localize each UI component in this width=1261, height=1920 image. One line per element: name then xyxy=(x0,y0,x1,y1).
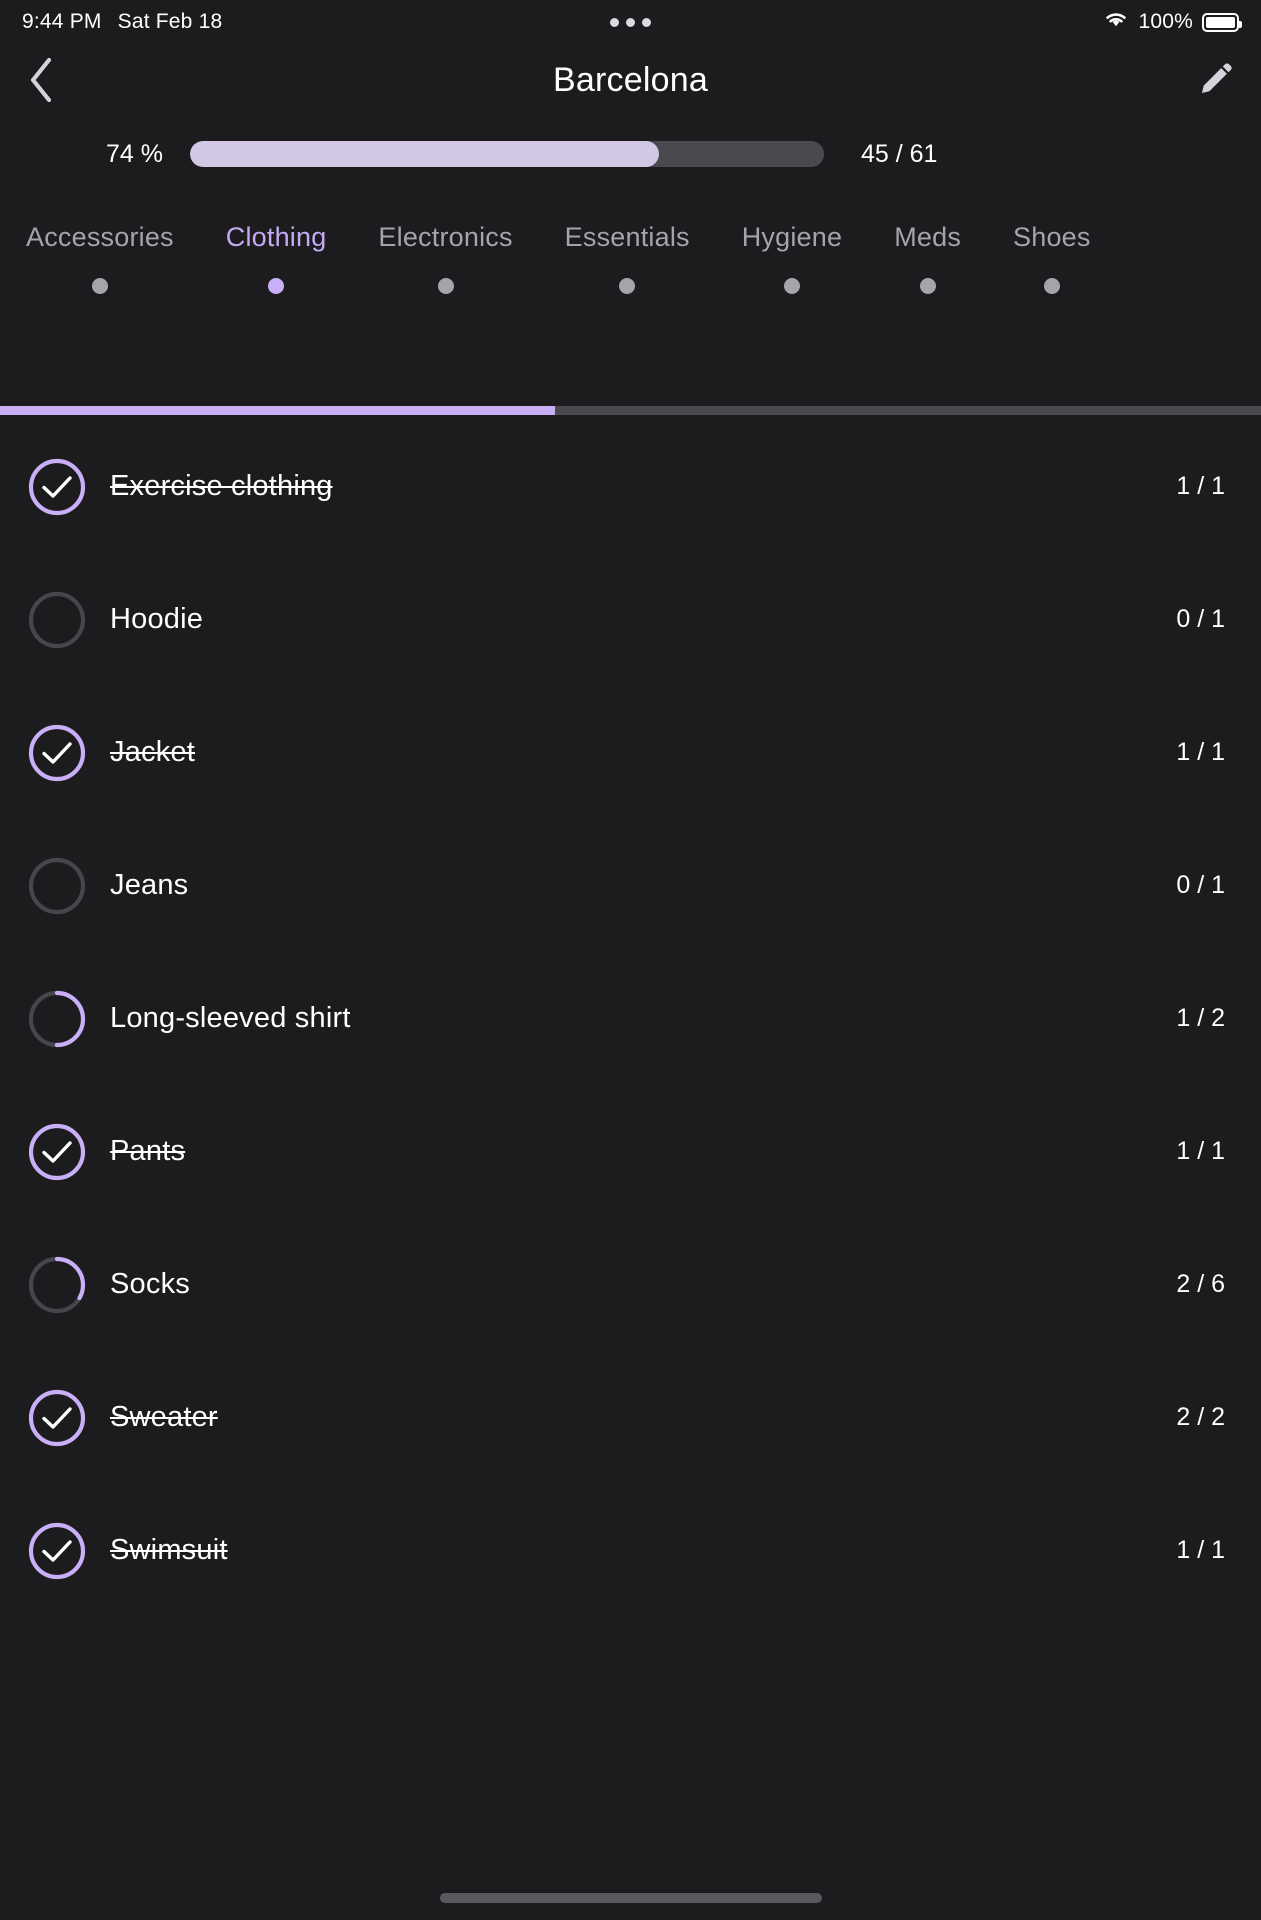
item-label: Socks xyxy=(110,1268,190,1300)
progress-percent-label: 74 % xyxy=(106,139,163,168)
battery-percent-label: 100% xyxy=(1138,10,1193,33)
category-tab-dot xyxy=(437,278,454,294)
item-label: Jacket xyxy=(110,736,196,768)
check-icon xyxy=(42,1539,72,1562)
progress-count-label: 45 / 61 xyxy=(861,139,938,168)
item-label: Swimsuit xyxy=(110,1534,228,1566)
packing-list-row[interactable]: Sweater 2 / 2 xyxy=(0,1351,1261,1484)
category-tab-accessories[interactable]: Accessories xyxy=(0,210,200,294)
packing-item-list: Exercise clothing 1 / 1 Hoodie 0 / 1 Jacket 1… xyxy=(0,420,1261,1860)
packing-list-row[interactable]: Exercise clothing 1 / 1 xyxy=(0,420,1261,553)
category-tab-dot xyxy=(619,278,636,294)
item-count: 2 / 2 xyxy=(1176,1403,1225,1431)
status-bar-right: 100% xyxy=(1103,9,1242,35)
progress-bar-fill xyxy=(190,141,660,167)
progress-bar-track xyxy=(190,141,824,167)
item-label: Sweater xyxy=(110,1401,218,1433)
packing-list-row[interactable]: Jeans 0 / 1 xyxy=(0,819,1261,952)
item-count: 1 / 1 xyxy=(1176,1536,1225,1564)
item-count: 1 / 1 xyxy=(1176,472,1225,500)
category-tab-label: Electronics xyxy=(378,222,513,252)
status-bar-left: 9:44 PM Sat Feb 18 xyxy=(22,10,222,34)
item-progress-ring[interactable] xyxy=(26,988,88,1050)
category-tab-meds[interactable]: Meds xyxy=(868,210,987,294)
packing-list-row[interactable]: Pants 1 / 1 xyxy=(0,1085,1261,1218)
item-label: Pants xyxy=(110,1135,186,1167)
home-indicator xyxy=(439,1893,822,1903)
category-tab-essentials[interactable]: Essentials xyxy=(539,210,716,294)
category-tab-track: Accessories Clothing Electronics Essentials… xyxy=(0,210,1261,330)
category-tab-strip[interactable]: Accessories Clothing Electronics Essentials… xyxy=(0,210,1261,330)
category-scrollbar-thumb[interactable] xyxy=(0,406,555,415)
item-checkbox-unchecked[interactable] xyxy=(26,855,88,917)
nav-bar: Barcelona xyxy=(0,44,1261,116)
three-dots-icon xyxy=(610,17,651,27)
page-title: Barcelona xyxy=(553,60,708,99)
category-tab-hygiene[interactable]: Hygiene xyxy=(716,210,868,294)
item-progress-ring[interactable] xyxy=(26,1254,88,1316)
item-count: 1 / 1 xyxy=(1176,738,1225,766)
item-label: Hoodie xyxy=(110,603,204,635)
status-time: 9:44 PM xyxy=(22,10,102,33)
category-tab-dot xyxy=(91,278,108,294)
category-tab-label: Clothing xyxy=(225,222,327,252)
packing-list-row[interactable]: Swimsuit 1 / 1 xyxy=(0,1484,1261,1617)
item-checkbox-checked[interactable] xyxy=(26,1520,88,1582)
category-tab-label: Essentials xyxy=(564,222,690,252)
pencil-icon xyxy=(1202,63,1232,93)
packing-list-row[interactable]: Hoodie 0 / 1 xyxy=(0,553,1261,686)
category-tab-label: Hygiene xyxy=(741,222,843,252)
check-icon xyxy=(42,475,72,498)
app-root: 9:44 PM Sat Feb 18 100% Barcelona 74 % 4… xyxy=(0,0,1261,1920)
item-label: Jeans xyxy=(110,869,189,901)
category-tab-dot xyxy=(783,278,800,294)
item-checkbox-unchecked[interactable] xyxy=(26,589,88,651)
category-tab-dot xyxy=(268,278,285,294)
category-tab-label: Shoes xyxy=(1013,222,1091,252)
item-checkbox-checked[interactable] xyxy=(26,1387,88,1449)
item-count: 0 / 1 xyxy=(1176,605,1225,633)
packing-list-row[interactable]: Socks 2 / 6 xyxy=(0,1218,1261,1351)
item-count: 1 / 2 xyxy=(1176,1004,1225,1032)
category-tab-dot xyxy=(919,278,936,294)
status-bar: 9:44 PM Sat Feb 18 100% xyxy=(0,0,1261,44)
battery-full-icon xyxy=(1202,12,1242,32)
category-tab-clothing[interactable]: Clothing xyxy=(200,210,353,294)
category-tab-label: Meds xyxy=(894,222,962,252)
wifi-icon xyxy=(1103,9,1129,35)
item-count: 1 / 1 xyxy=(1176,1137,1225,1165)
category-tab-label: Accessories xyxy=(26,222,174,252)
item-count: 2 / 6 xyxy=(1176,1270,1225,1298)
item-label: Exercise clothing xyxy=(110,470,333,502)
status-date: Sat Feb 18 xyxy=(117,10,223,33)
check-icon xyxy=(42,1406,72,1429)
check-icon xyxy=(42,741,72,764)
packing-list-row[interactable]: Long-sleeved shirt 1 / 2 xyxy=(0,952,1261,1085)
item-checkbox-checked[interactable] xyxy=(26,1121,88,1183)
item-checkbox-checked[interactable] xyxy=(26,722,88,784)
item-checkbox-checked[interactable] xyxy=(26,456,88,518)
back-button[interactable] xyxy=(14,52,70,108)
check-icon xyxy=(42,1140,72,1163)
trip-progress: 74 % 45 / 61 xyxy=(0,126,1261,182)
chevron-left-icon xyxy=(30,57,52,103)
category-scrollbar-track[interactable] xyxy=(0,406,1261,415)
category-tab-shoes[interactable]: Shoes xyxy=(987,210,1117,294)
category-tab-electronics[interactable]: Electronics xyxy=(352,210,538,294)
packing-list-row[interactable]: Jacket 1 / 1 xyxy=(0,686,1261,819)
item-count: 0 / 1 xyxy=(1176,871,1225,899)
category-tab-dot xyxy=(1043,278,1060,294)
edit-button[interactable] xyxy=(1187,52,1243,108)
item-label: Long-sleeved shirt xyxy=(110,1002,351,1034)
